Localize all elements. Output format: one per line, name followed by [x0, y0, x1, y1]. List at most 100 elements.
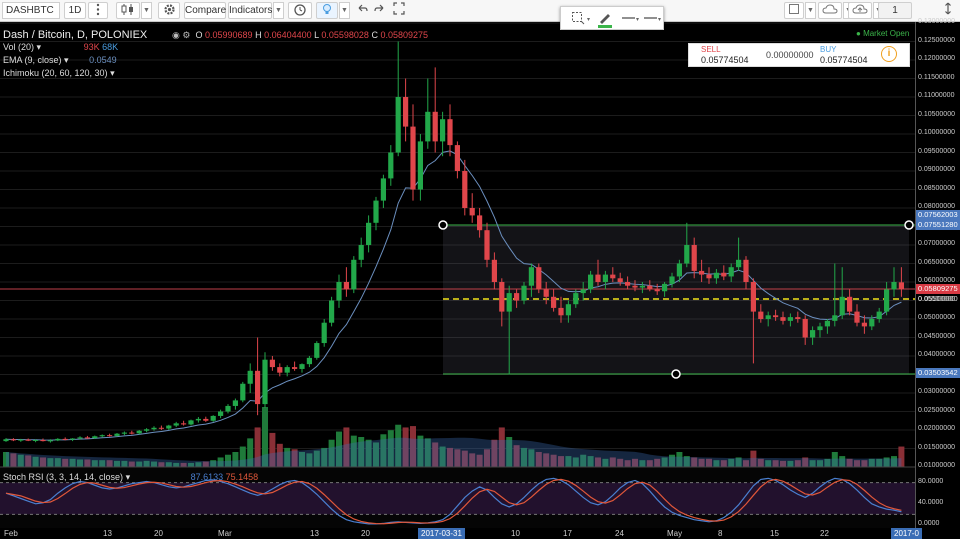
- stoch-tick: 0.0000: [918, 520, 940, 527]
- stoch-tick: 40.0000: [918, 498, 944, 506]
- symbol-title[interactable]: Dash / Bitcoin, D, POLONIEX: [3, 29, 147, 41]
- indicators-button[interactable]: Indicators: [228, 2, 272, 19]
- ichimoku-label[interactable]: Ichimoku (20, 60, 120, 30): [3, 68, 108, 78]
- interval-button[interactable]: 1D: [64, 2, 86, 19]
- candles-chart-type-icon[interactable]: [116, 2, 140, 19]
- volume-label[interactable]: Vol (20): [3, 42, 34, 52]
- symbol-search-input[interactable]: DASHBTC: [2, 2, 60, 19]
- candle-body: [240, 383, 246, 401]
- market-open-dot-icon: ●: [856, 29, 864, 38]
- candle-body: [403, 97, 409, 127]
- price-tick: 0.10000000: [918, 129, 955, 136]
- candle-body: [580, 289, 586, 294]
- ichimoku-legend[interactable]: Ichimoku (20, 60, 120, 30) ▾: [3, 68, 115, 79]
- replay-bulb-icon[interactable]: [316, 2, 338, 19]
- chart-type-dropdown[interactable]: ▼: [141, 2, 152, 19]
- price-tick: 0.11500000: [918, 73, 955, 81]
- eye-icon[interactable]: ◉: [172, 30, 180, 40]
- price-tick: 0.02000000: [918, 425, 955, 432]
- open-value: 0.05990689: [205, 30, 253, 40]
- select-rect-icon[interactable]: [571, 11, 585, 28]
- candle-body: [499, 282, 505, 312]
- candle-body: [876, 311, 882, 319]
- time-tick: Mar: [218, 529, 232, 538]
- layout-dropdown[interactable]: ▼: [805, 2, 816, 19]
- compare-button[interactable]: Compare: [184, 2, 226, 19]
- line-width-icon[interactable]: ▾: [621, 11, 639, 28]
- range-top-label-1: 0.07562003: [916, 210, 960, 220]
- price-tick: 0.13000000: [918, 18, 955, 25]
- candle-body: [410, 126, 416, 190]
- svg-text:▾: ▾: [658, 16, 661, 23]
- candle-body: [884, 289, 890, 312]
- replay-dropdown[interactable]: ▼: [339, 2, 350, 19]
- market-status: ● Market Open: [856, 29, 909, 38]
- candle-body: [565, 304, 571, 316]
- candle-body: [447, 119, 453, 146]
- candle-body: [536, 267, 542, 290]
- candle-body: [728, 267, 734, 277]
- stoch-rsi-legend[interactable]: Stoch RSI (3, 3, 14, 14, close) ▾ 87.613…: [3, 472, 258, 483]
- fullscreen-icon[interactable]: [390, 2, 408, 19]
- cloud-save-icon[interactable]: [818, 2, 842, 19]
- layout-square-icon[interactable]: [784, 2, 804, 19]
- time-tick: May: [667, 529, 683, 538]
- candle-body: [839, 296, 845, 316]
- price-tick: 0.07000000: [918, 240, 955, 247]
- volume-ma-area: [6, 437, 902, 467]
- line-style-icon[interactable]: ▾: [643, 11, 661, 28]
- select-dropdown[interactable]: ▾: [587, 16, 590, 23]
- layout-count[interactable]: 1: [878, 2, 912, 19]
- settings-icon[interactable]: ⚙: [182, 30, 190, 40]
- indicators-dropdown[interactable]: ▼: [273, 2, 284, 19]
- buy-price[interactable]: 0.05774504: [820, 55, 868, 65]
- candle-body: [188, 420, 194, 425]
- stoch-rsi-label[interactable]: Stoch RSI (3, 3, 14, 14, close): [3, 472, 123, 482]
- price-tick: 0.09000000: [918, 166, 955, 173]
- ema-label[interactable]: EMA (9, close): [3, 55, 62, 65]
- price-tick: 0.09500000: [918, 147, 955, 155]
- candle-body: [440, 119, 446, 142]
- candle-body: [181, 423, 187, 425]
- price-tick: 0.10500000: [918, 110, 955, 118]
- candle-body: [136, 430, 142, 434]
- candle-body: [336, 282, 342, 301]
- candle-body: [484, 230, 490, 260]
- candle-body: [129, 432, 135, 434]
- price-chart[interactable]: [0, 22, 915, 539]
- candle-body: [691, 245, 697, 271]
- candle-body: [617, 278, 623, 282]
- candle-body: [854, 311, 860, 323]
- price-tick: 0.04500000: [918, 332, 955, 340]
- volume-value-2: 68K: [102, 42, 119, 52]
- price-tick: 0.08500000: [918, 184, 955, 192]
- info-icon[interactable]: i: [881, 46, 897, 62]
- buy-label[interactable]: BUY: [820, 45, 836, 54]
- more-menu-icon[interactable]: [88, 2, 108, 19]
- alert-clock-icon[interactable]: [288, 2, 312, 19]
- candle-body: [195, 418, 201, 421]
- pencil-color-icon[interactable]: [597, 10, 613, 31]
- volume-legend[interactable]: Vol (20) ▾ 93K 68K: [3, 42, 118, 53]
- sell-price[interactable]: 0.05774504: [701, 55, 749, 65]
- candle-body: [343, 282, 349, 290]
- candle-body: [750, 282, 756, 312]
- ema-value: 0.0549: [89, 55, 117, 65]
- sell-label[interactable]: SELL: [701, 45, 721, 54]
- settings-gear-icon[interactable]: [158, 2, 180, 19]
- expand-arrows-icon[interactable]: [938, 2, 958, 19]
- candle-body: [3, 439, 9, 442]
- close-value: 0.05809275: [380, 30, 429, 40]
- low-label: L: [314, 30, 319, 40]
- candle-body: [255, 370, 261, 405]
- range-bottom-label: 0.03503542: [916, 368, 960, 378]
- candle-body: [780, 317, 786, 321]
- price-tick: 0.06000000: [918, 277, 955, 284]
- undo-icon[interactable]: [354, 2, 370, 19]
- cloud-upload-icon[interactable]: [848, 2, 872, 19]
- candle-body: [70, 438, 76, 440]
- redo-icon[interactable]: [372, 2, 388, 19]
- ema-legend[interactable]: EMA (9, close) ▾ 0.0549: [3, 55, 117, 66]
- candle-body: [417, 141, 423, 190]
- last-price-label: 0.05809275: [916, 284, 960, 294]
